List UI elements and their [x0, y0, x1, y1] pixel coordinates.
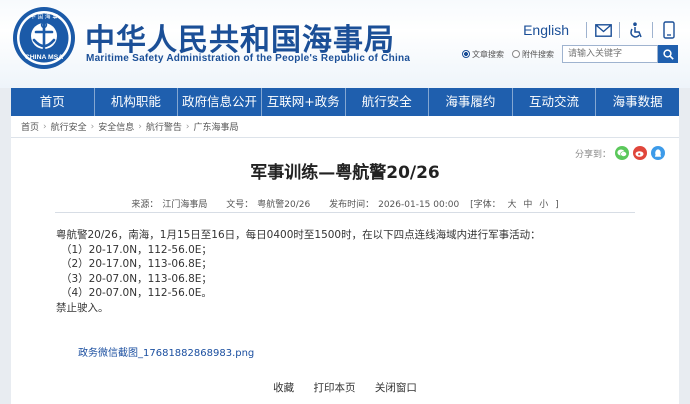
radio-unchecked-icon	[512, 50, 520, 58]
search-bar: 文章搜索 附件搜索	[462, 45, 678, 63]
favorite-button[interactable]: 收藏	[273, 382, 294, 394]
doc-number: 粤航警20/26	[257, 200, 311, 210]
search-button[interactable]	[658, 45, 678, 63]
breadcrumb-item[interactable]: 首页	[21, 120, 39, 133]
time-label: 发布时间：	[329, 200, 375, 210]
source-label: 来源：	[131, 200, 159, 210]
close-window-button[interactable]: 关闭窗口	[375, 382, 417, 394]
divider	[619, 22, 620, 38]
mobile-icon[interactable]	[660, 21, 678, 39]
radio-label: 附件搜索	[522, 49, 554, 59]
main-nav: 首页 机构职能 政府信息公开 互联网+政务 航行安全 海事履约 互动交流 海事数…	[11, 88, 679, 116]
coordinate-point: （2）20-17.0N，113-06.8E；	[61, 258, 212, 270]
nav-org-functions[interactable]: 机构职能	[95, 88, 179, 116]
accessibility-icon[interactable]	[627, 21, 645, 39]
font-medium-button[interactable]: 中	[523, 200, 532, 210]
breadcrumb-item[interactable]: 广东海事局	[194, 120, 239, 133]
nav-navigation-safety[interactable]: 航行安全	[346, 88, 430, 116]
divider	[55, 212, 635, 213]
logo-text: CHINA MSA	[25, 54, 63, 61]
nav-convention[interactable]: 海事履约	[429, 88, 513, 116]
breadcrumb-item[interactable]: 安全信息	[98, 120, 134, 133]
nav-maritime-data[interactable]: 海事数据	[596, 88, 679, 116]
breadcrumb-separator: ›	[138, 121, 142, 132]
logo-top-text: 中 国 海 事	[30, 13, 58, 21]
coordinate-point: （1）20-17.0N，112-56.0E；	[61, 243, 212, 256]
msa-logo[interactable]: CHINA MSA 中 国 海 事	[12, 6, 76, 70]
divider	[652, 22, 653, 38]
nav-home[interactable]: 首页	[11, 88, 95, 116]
font-small-button[interactable]: 小	[539, 200, 548, 210]
breadcrumb-separator: ›	[185, 121, 190, 132]
article-actions: 收藏 打印本页 关闭窗口	[11, 380, 679, 395]
breadcrumb: 首页 › 航行安全 › 安全信息 › 航行警告 › 广东海事局	[11, 116, 679, 138]
site-subtitle: Maritime Safety Administration of the Pe…	[86, 53, 411, 64]
doc-label: 文号：	[226, 200, 254, 210]
source-value: 江门海事局	[162, 200, 208, 210]
body-paragraph: 禁止驶入。	[56, 301, 109, 314]
site-header: CHINA MSA 中 国 海 事 中华人民共和国海事局 Maritime Sa…	[0, 0, 690, 88]
breadcrumb-item[interactable]: 航行警告	[146, 120, 182, 133]
english-link[interactable]: English	[523, 22, 569, 38]
font-size-end: ]	[555, 200, 559, 210]
print-button[interactable]: 打印本页	[314, 382, 356, 394]
radio-checked-icon	[462, 50, 470, 58]
nav-internet-gov[interactable]: 互联网+政务	[262, 88, 346, 116]
font-large-button[interactable]: 大	[507, 200, 516, 210]
body-paragraph: 粤航警20/26，南海，1月15日至16日，每日0400时至1500时，在以下四…	[56, 229, 541, 241]
coordinate-point: （4）20-07.0N，112-56.0E。	[61, 287, 212, 299]
article-title: 军事训练—粤航警20/26	[250, 163, 440, 183]
font-size-label: [字体：	[470, 200, 501, 210]
divider	[586, 22, 587, 38]
article-panel: 分享到： 军事训练—粤航警20/26 来源： 江门海事局 文号： 粤航警20/26 …	[11, 138, 679, 404]
article-body: 粤航警20/26，南海，1月15日至16日，每日0400时至1500时，在以下四…	[56, 228, 656, 315]
radio-label: 文章搜索	[472, 49, 504, 59]
coordinate-point: （3）20-07.0N，113-06.8E；	[61, 272, 212, 285]
nav-interaction[interactable]: 互动交流	[513, 88, 597, 116]
breadcrumb-item[interactable]: 航行安全	[51, 120, 87, 133]
article-meta: 来源： 江门海事局 文号： 粤航警20/26 发布时间： 2026-01-15 00:…	[11, 197, 679, 210]
search-icon	[662, 48, 674, 60]
mail-icon[interactable]	[594, 21, 612, 39]
top-tools: English	[523, 20, 678, 40]
breadcrumb-separator: ›	[43, 121, 47, 132]
publish-time: 2026-01-15 00:00	[378, 200, 460, 210]
breadcrumb-separator: ›	[90, 121, 95, 132]
search-type-attachment[interactable]: 附件搜索	[512, 49, 554, 60]
nav-gov-info[interactable]: 政府信息公开	[178, 88, 262, 116]
attachment-link[interactable]: 政务微信截图_17681882868983.png	[78, 344, 254, 359]
search-type-article[interactable]: 文章搜索	[462, 49, 504, 60]
search-input[interactable]	[562, 45, 658, 63]
